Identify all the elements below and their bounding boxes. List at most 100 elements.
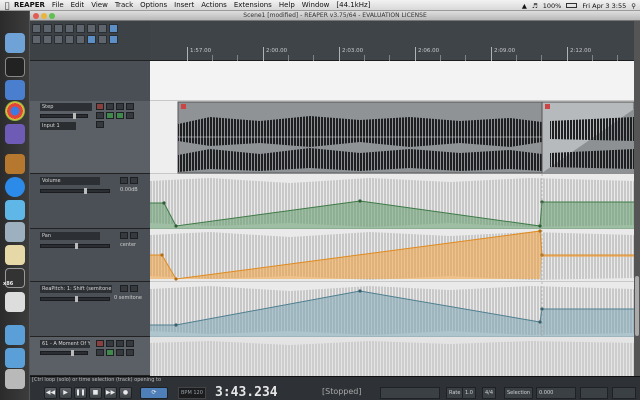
input-select[interactable]: Input 1 (40, 122, 76, 130)
snap-icon[interactable] (32, 35, 41, 44)
undo-icon[interactable] (76, 24, 85, 33)
save-project-icon[interactable] (54, 24, 63, 33)
clock[interactable]: Fri Apr 3 3:55 (582, 2, 626, 10)
new-project-icon[interactable] (32, 24, 41, 33)
minimize-button[interactable] (41, 13, 47, 19)
mute-button[interactable] (106, 103, 114, 110)
selection-end-field[interactable] (580, 387, 608, 399)
record-button[interactable]: ● (119, 387, 132, 399)
menu-track[interactable]: Track (115, 1, 133, 9)
documents-folder-icon[interactable] (5, 348, 25, 368)
envelope-volume-hide-button[interactable] (120, 177, 128, 184)
envelope-reapitch-mode-button[interactable] (130, 285, 138, 292)
envelope-volume-mode-button[interactable] (130, 177, 138, 184)
track-header-bottom[interactable]: 61 - A Moment Of Ye (30, 337, 150, 376)
record-arm-button[interactable] (96, 103, 104, 110)
pan-point-2[interactable] (174, 277, 178, 281)
track-header-main[interactable]: Step Input 1 (30, 101, 150, 174)
bottom-envelope-button[interactable] (126, 349, 134, 356)
safari-icon[interactable] (5, 200, 25, 220)
loop-toggle-button[interactable]: ⟳ (140, 387, 168, 399)
track-name-bottom[interactable]: 61 - A Moment Of Ye (40, 340, 90, 348)
colorful-app-icon[interactable] (5, 245, 25, 265)
bottom-fx-button[interactable] (126, 340, 134, 347)
volume-slider[interactable] (40, 113, 88, 119)
envelope-pan-fader[interactable] (40, 243, 110, 249)
pause-button[interactable]: ❚❚ (74, 387, 87, 399)
envelope-volume-fader[interactable] (40, 188, 110, 194)
pan-point-1[interactable] (160, 253, 164, 257)
volume-point-3[interactable] (358, 199, 362, 203)
menu-help[interactable]: Help (279, 1, 295, 9)
open-project-icon[interactable] (43, 24, 52, 33)
selection-length-field[interactable] (612, 387, 636, 399)
finder-icon[interactable] (5, 33, 25, 53)
volume-point-2[interactable] (174, 224, 178, 228)
item-fx-icon[interactable] (181, 104, 186, 109)
script-editor-icon[interactable] (5, 292, 25, 312)
phase-button[interactable] (106, 112, 114, 119)
mail-icon[interactable] (5, 80, 25, 100)
go-to-start-button[interactable]: ◀◀ (44, 387, 57, 399)
menu-file[interactable]: File (52, 1, 64, 9)
wifi-icon[interactable]: ▲ (522, 2, 527, 10)
bottom-volume-slider[interactable] (40, 350, 88, 356)
go-to-end-button[interactable]: ▶▶ (104, 387, 117, 399)
chrome-icon[interactable] (5, 101, 25, 121)
ripple-edit-icon[interactable] (43, 35, 52, 44)
terminal-icon[interactable] (5, 57, 25, 77)
volume-point-1[interactable] (162, 201, 166, 205)
track-name-field[interactable]: Step (40, 103, 92, 111)
time-display[interactable]: 3:43.234 (215, 385, 278, 400)
menu-extensions[interactable]: Extensions (234, 1, 272, 9)
auto-crossfade-icon[interactable] (87, 35, 96, 44)
box-app-icon[interactable] (5, 154, 25, 174)
trash-icon[interactable] (5, 369, 25, 389)
spotlight-icon[interactable]: ⚲ (631, 2, 636, 10)
app-store-icon[interactable] (5, 177, 25, 197)
envelope-pan-mode-button[interactable] (130, 232, 138, 239)
menu-window[interactable]: Window (302, 1, 330, 9)
metronome-icon[interactable] (98, 24, 107, 33)
fx-button[interactable] (126, 103, 134, 110)
folder-icon[interactable] (5, 325, 25, 345)
envelope-button[interactable] (126, 112, 134, 119)
stop-button[interactable]: ■ (89, 387, 102, 399)
link-icon[interactable] (98, 35, 107, 44)
apple-icon[interactable]:  (0, 1, 14, 10)
play-button[interactable]: ▶ (59, 387, 72, 399)
reapitch-point-1[interactable] (174, 323, 178, 327)
menu-insert[interactable]: Insert (174, 1, 194, 9)
envelope-header-volume[interactable]: Volume 0.00dB (30, 174, 150, 229)
bpm-display[interactable]: BPM 120 (178, 387, 206, 399)
menu-actions[interactable]: Actions (201, 1, 227, 9)
arrange-view[interactable]: 1:57.00 2:00.00 2:03.00 2:06.00 2:09.00 … (150, 21, 634, 386)
messages-icon[interactable] (5, 124, 25, 144)
close-button[interactable] (33, 13, 39, 19)
vertical-scrollbar[interactable] (634, 21, 640, 386)
menu-options[interactable]: Options (140, 1, 167, 9)
menu-samplerate[interactable]: [44.1kHz] (336, 1, 370, 9)
redo-icon[interactable] (87, 24, 96, 33)
menu-app-name[interactable]: REAPER (14, 1, 45, 9)
project-settings-icon[interactable] (65, 24, 74, 33)
selection-mode-icon[interactable] (109, 35, 118, 44)
bottom-solo-button[interactable] (116, 340, 124, 347)
envelope-pan-hide-button[interactable] (120, 232, 128, 239)
reapitch-point-2[interactable] (358, 289, 362, 293)
envelope-reapitch-fader[interactable] (40, 296, 110, 302)
volume-icon[interactable]: ♬ (532, 2, 538, 10)
diamond-app-icon[interactable] (5, 222, 25, 242)
scrollbar-thumb[interactable] (635, 276, 639, 336)
menu-view[interactable]: View (91, 1, 108, 9)
volume-point-4[interactable] (538, 224, 542, 228)
bottom-mute-button[interactable] (106, 340, 114, 347)
record-mode-button[interactable] (96, 121, 104, 128)
envelope-lock-icon[interactable] (65, 35, 74, 44)
rate-value[interactable]: 1.0 (462, 387, 476, 399)
battery-icon[interactable] (566, 3, 578, 8)
pan-point-3[interactable] (538, 229, 542, 233)
time-signature-field[interactable]: 4/4 (482, 387, 497, 399)
selection-start-field[interactable]: 0.000 (536, 387, 576, 399)
menu-edit[interactable]: Edit (71, 1, 85, 9)
